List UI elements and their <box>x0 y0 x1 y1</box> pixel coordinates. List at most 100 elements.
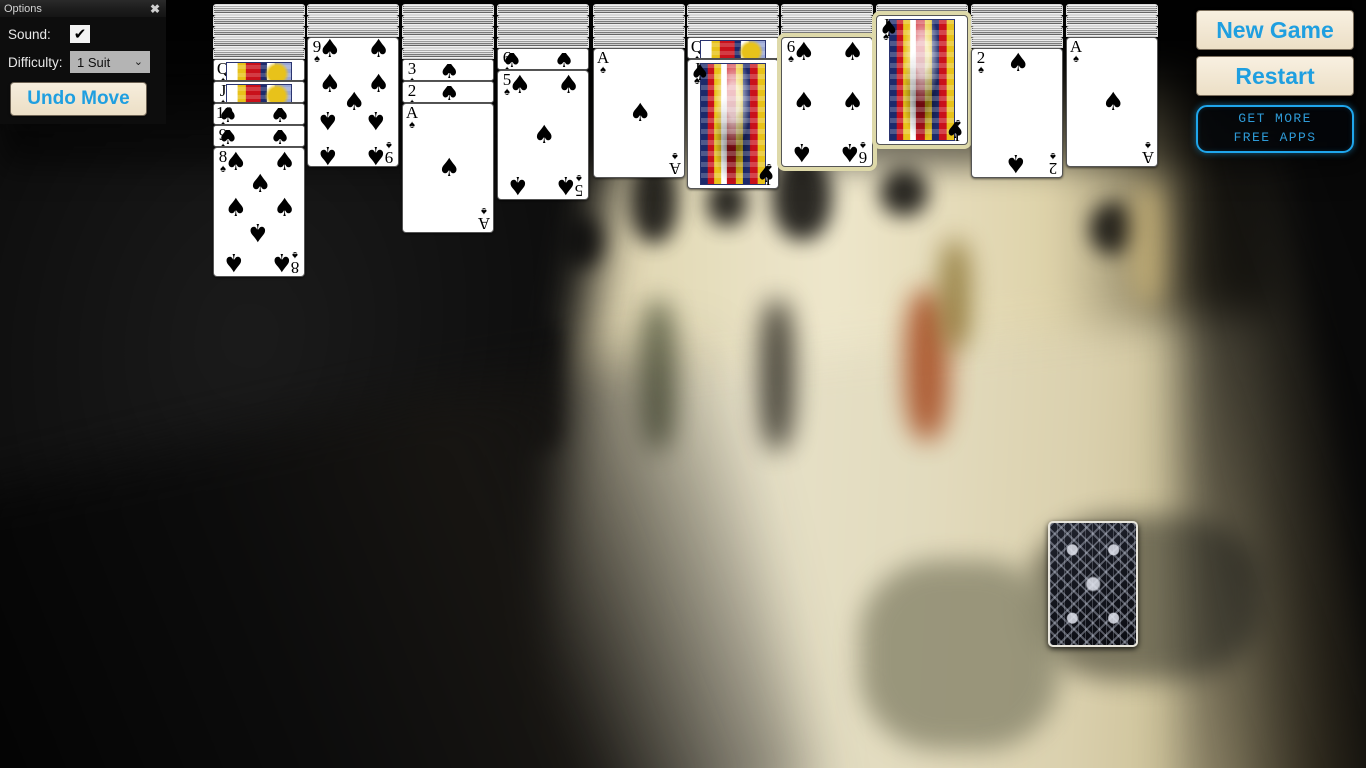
face-down-card[interactable] <box>213 4 305 15</box>
face-down-card[interactable] <box>213 48 305 59</box>
face-down-card[interactable] <box>781 26 873 37</box>
face-down-card[interactable] <box>402 15 494 26</box>
card-6-of-spades[interactable]: 6♠♠♠ <box>497 48 589 70</box>
tableau-column-4[interactable]: 6♠♠♠5♠♠♠♠♠♠5♠ <box>497 4 589 200</box>
face-down-card[interactable] <box>497 15 589 26</box>
card-2-of-spades[interactable]: 2♠ ♠ <box>402 81 494 103</box>
card-3-of-spades[interactable]: 3♠ ♠ <box>402 59 494 81</box>
card-j-of-spades[interactable]: J ♠ <box>213 81 305 103</box>
spade-suit-icon: ♠ <box>218 130 236 146</box>
get-more-free-apps-button[interactable]: GET MORE FREE APPS <box>1196 105 1354 153</box>
card-corner-top-left: 2 ♠ <box>974 49 988 76</box>
face-down-card[interactable] <box>687 4 779 15</box>
card-5-of-spades[interactable]: 5 ♠ ♠ ♠ ♠ ♠ ♠ 5 ♠ <box>497 70 589 200</box>
spade-suit-icon: ♠ <box>273 147 296 176</box>
spade-suit-icon: ♠ <box>790 138 813 167</box>
sound-checkbox[interactable]: ✔ <box>70 25 90 43</box>
undo-move-button[interactable]: Undo Move <box>10 82 147 116</box>
face-down-card[interactable] <box>687 26 779 37</box>
card-2-of-spades[interactable]: 2 ♠ ♠ ♠ 2 ♠ <box>971 48 1063 178</box>
spade-suit-icon: ♠ <box>978 64 984 76</box>
face-down-card[interactable] <box>402 48 494 59</box>
card-q-of-spades[interactable]: Q ♠ <box>687 37 779 59</box>
spade-suit-icon: ♠ <box>367 69 390 98</box>
card-6-of-spades[interactable]: 6 ♠ ♠ ♠ ♠ ♠ ♠ ♠ 6 ♠ <box>781 37 873 167</box>
restart-button[interactable]: Restart <box>1196 56 1354 96</box>
spade-suit-icon: ♠ <box>367 37 390 64</box>
stock-pile[interactable] <box>1048 521 1138 647</box>
face-down-card[interactable] <box>497 37 589 48</box>
spade-suit-icon: ♠ <box>533 120 556 149</box>
tableau-column-6[interactable]: Q ♠ J ♠ ♠ ♠ J ♠ <box>687 4 779 189</box>
card-pip-layout: ♠ ♠ ♠ ♠ ♠ ♠ ♠ ♠ <box>222 149 296 276</box>
tableau-column-10[interactable]: A ♠ ♠ A ♠ <box>1066 4 1158 167</box>
options-title: Options <box>4 2 42 15</box>
card-a-of-spades[interactable]: A ♠ ♠ A ♠ <box>402 103 494 233</box>
background-blob <box>940 240 970 350</box>
face-down-card[interactable] <box>402 26 494 37</box>
difficulty-label: Difficulty: <box>8 54 63 70</box>
difficulty-select[interactable]: 1 Suit ⌄ <box>70 51 150 73</box>
face-down-card[interactable] <box>971 4 1063 15</box>
face-down-card[interactable] <box>971 15 1063 26</box>
face-down-card[interactable] <box>687 15 779 26</box>
face-down-card[interactable] <box>497 26 589 37</box>
card-q-of-spades[interactable]: Q ♠ <box>213 59 305 81</box>
face-down-card[interactable] <box>307 15 399 26</box>
card-j-of-spades[interactable]: J ♠ ♠ ♠ J ♠ <box>687 59 779 189</box>
close-icon[interactable]: ✖ <box>148 3 162 15</box>
get-more-line2: FREE APPS <box>1233 130 1317 145</box>
card-8-of-spades[interactable]: 8 ♠ ♠ ♠ ♠ ♠ ♠ ♠ ♠ ♠ 8 ♠ <box>213 147 305 277</box>
face-down-card[interactable] <box>781 15 873 26</box>
background-blob <box>1130 185 1170 305</box>
face-down-card[interactable] <box>402 37 494 48</box>
spade-suit-icon: ♠ <box>270 130 288 146</box>
card-corner-bottom-right: A ♠ <box>477 205 491 232</box>
face-down-card[interactable] <box>593 37 685 48</box>
spade-suit-icon: ♠ <box>1073 53 1079 65</box>
face-down-card[interactable] <box>497 4 589 15</box>
face-down-card[interactable] <box>213 26 305 37</box>
face-down-card[interactable] <box>307 4 399 15</box>
tableau-column-1[interactable]: Q♠J♠10♠♠♠9♠♠♠8♠♠♠♠♠♠♠♠♠8♠ <box>213 4 305 277</box>
spade-suit-icon: ♠ <box>756 163 776 188</box>
card-9-of-spades[interactable]: 9 ♠ ♠ ♠ ♠ ♠ ♠ ♠ ♠ ♠ ♠ 9 ♠ <box>307 37 399 167</box>
face-down-card[interactable] <box>593 15 685 26</box>
face-down-card[interactable] <box>1066 4 1158 15</box>
face-down-card[interactable] <box>876 4 968 15</box>
card-corner-bottom-right: 5 ♠ <box>572 172 586 199</box>
face-down-card[interactable] <box>593 4 685 15</box>
face-down-card[interactable] <box>307 26 399 37</box>
tableau-column-3[interactable]: 3♠♠2♠♠A♠♠A♠ <box>402 4 494 233</box>
spade-suit-icon: ♠ <box>318 69 342 98</box>
new-game-button[interactable]: New Game <box>1196 10 1354 50</box>
card-9-of-spades[interactable]: 9♠♠♠ <box>213 125 305 147</box>
spade-suit-icon: ♠ <box>690 61 710 86</box>
face-down-card[interactable] <box>593 26 685 37</box>
spade-suit-icon: ♠ <box>508 70 532 99</box>
court-card-artwork <box>226 62 292 80</box>
card-j-of-spades[interactable]: J ♠ ♠ ♠ J ♠ <box>876 15 968 145</box>
tableau-column-9[interactable]: 2 ♠ ♠ ♠ 2 ♠ <box>971 4 1063 178</box>
card-a-of-spades[interactable]: A ♠ ♠ A ♠ <box>1066 37 1158 167</box>
sound-row: Sound: ✔ <box>0 21 166 47</box>
tableau-column-8[interactable]: J ♠ ♠ ♠ J ♠ <box>876 4 968 145</box>
face-down-card[interactable] <box>213 37 305 48</box>
face-down-card[interactable] <box>971 37 1063 48</box>
background-blob <box>760 300 794 450</box>
difficulty-row: Difficulty: 1 Suit ⌄ <box>0 47 166 77</box>
face-down-card[interactable] <box>213 15 305 26</box>
face-down-card[interactable] <box>402 4 494 15</box>
tableau-column-7[interactable]: 6 ♠ ♠ ♠ ♠ ♠ ♠ ♠ 6 ♠ <box>781 4 873 167</box>
get-more-line1: GET MORE <box>1238 111 1312 127</box>
tableau-column-5[interactable]: A ♠ ♠ A ♠ <box>593 4 685 178</box>
face-down-card[interactable] <box>1066 26 1158 37</box>
spade-suit-icon: ♠ <box>218 108 236 124</box>
card-a-of-spades[interactable]: A ♠ ♠ A ♠ <box>593 48 685 178</box>
face-down-card[interactable] <box>1066 15 1158 26</box>
spade-suit-icon: ♠ <box>249 169 272 199</box>
face-down-card[interactable] <box>781 4 873 15</box>
card-10-of-spades[interactable]: 10♠♠♠ <box>213 103 305 125</box>
face-down-card[interactable] <box>971 26 1063 37</box>
tableau-column-2[interactable]: 9 ♠ ♠ ♠ ♠ ♠ ♠ ♠ ♠ ♠ ♠ 9 ♠ <box>307 4 399 167</box>
